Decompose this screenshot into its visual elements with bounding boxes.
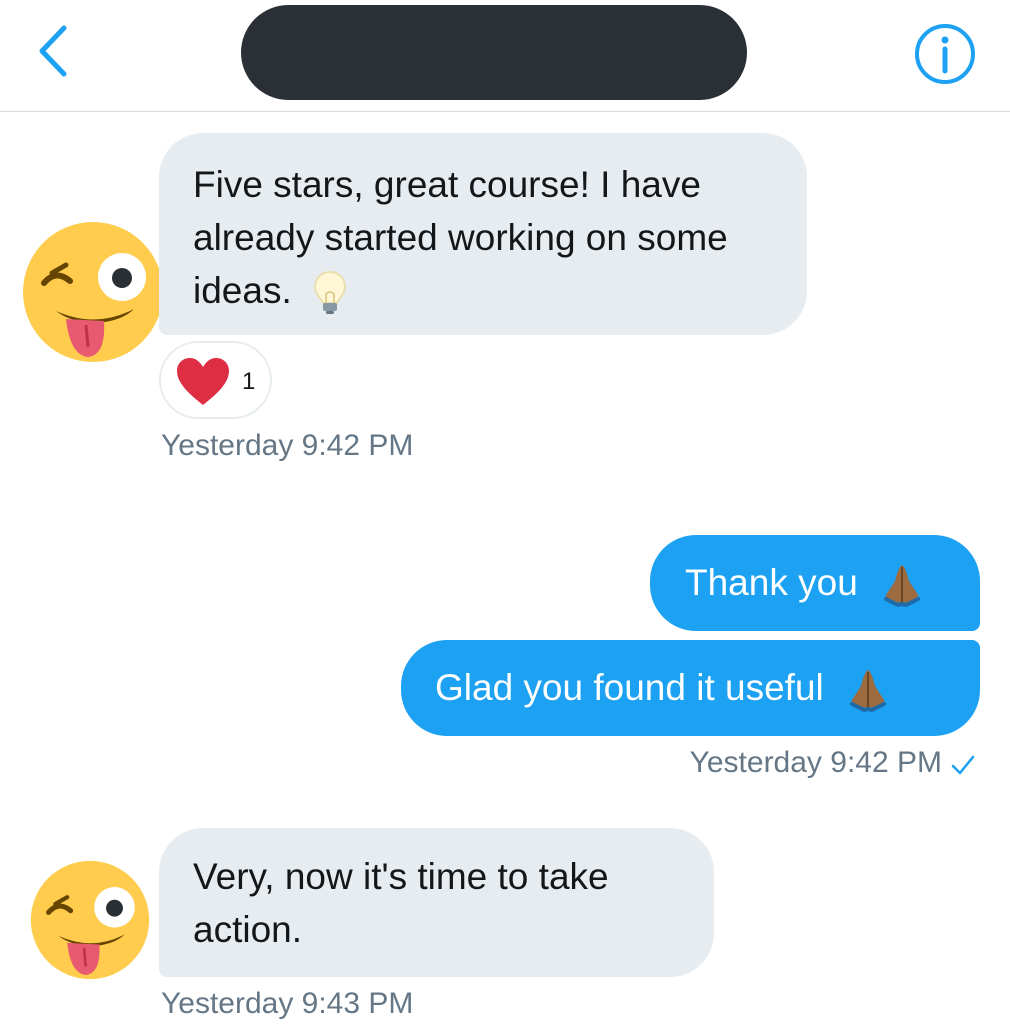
outgoing-message-bubble[interactable]: Glad you found it useful [401, 640, 980, 736]
heart-reaction[interactable]: 1 [159, 341, 272, 419]
back-button[interactable] [28, 22, 80, 80]
conversation-title-redacted [241, 5, 747, 100]
info-button[interactable] [914, 23, 976, 85]
sender-avatar[interactable] [30, 860, 150, 980]
chevron-left-icon [39, 25, 67, 77]
winking-tongue-face-icon [30, 860, 150, 980]
conversation-header [0, 0, 1010, 112]
message-text: Very, now it's time to take action. [193, 856, 609, 950]
message-timestamp: Yesterday 9:42 PM [689, 746, 942, 779]
read-checkmark-icon [951, 755, 975, 775]
heart-icon [177, 358, 229, 405]
outgoing-message-bubble[interactable]: Thank you [650, 535, 980, 631]
incoming-message-bubble[interactable]: Very, now it's time to take action. [159, 828, 714, 977]
message-timestamp: Yesterday 9:43 PM [161, 987, 414, 1020]
info-icon [915, 24, 975, 84]
reaction-count: 1 [242, 368, 256, 395]
incoming-message-bubble[interactable]: Five stars, great course! I have already… [159, 133, 807, 335]
light-bulb-icon [314, 271, 347, 315]
winking-tongue-face-icon [23, 222, 163, 362]
message-timestamp: Yesterday 9:42 PM [161, 429, 414, 462]
message-text: Glad you found it useful [435, 667, 824, 708]
folded-hands-icon [884, 565, 921, 608]
sender-avatar[interactable] [22, 221, 164, 363]
message-text: Thank you [685, 562, 858, 603]
folded-hands-icon [850, 670, 887, 713]
message-text: Five stars, great course! I have already… [193, 164, 728, 311]
